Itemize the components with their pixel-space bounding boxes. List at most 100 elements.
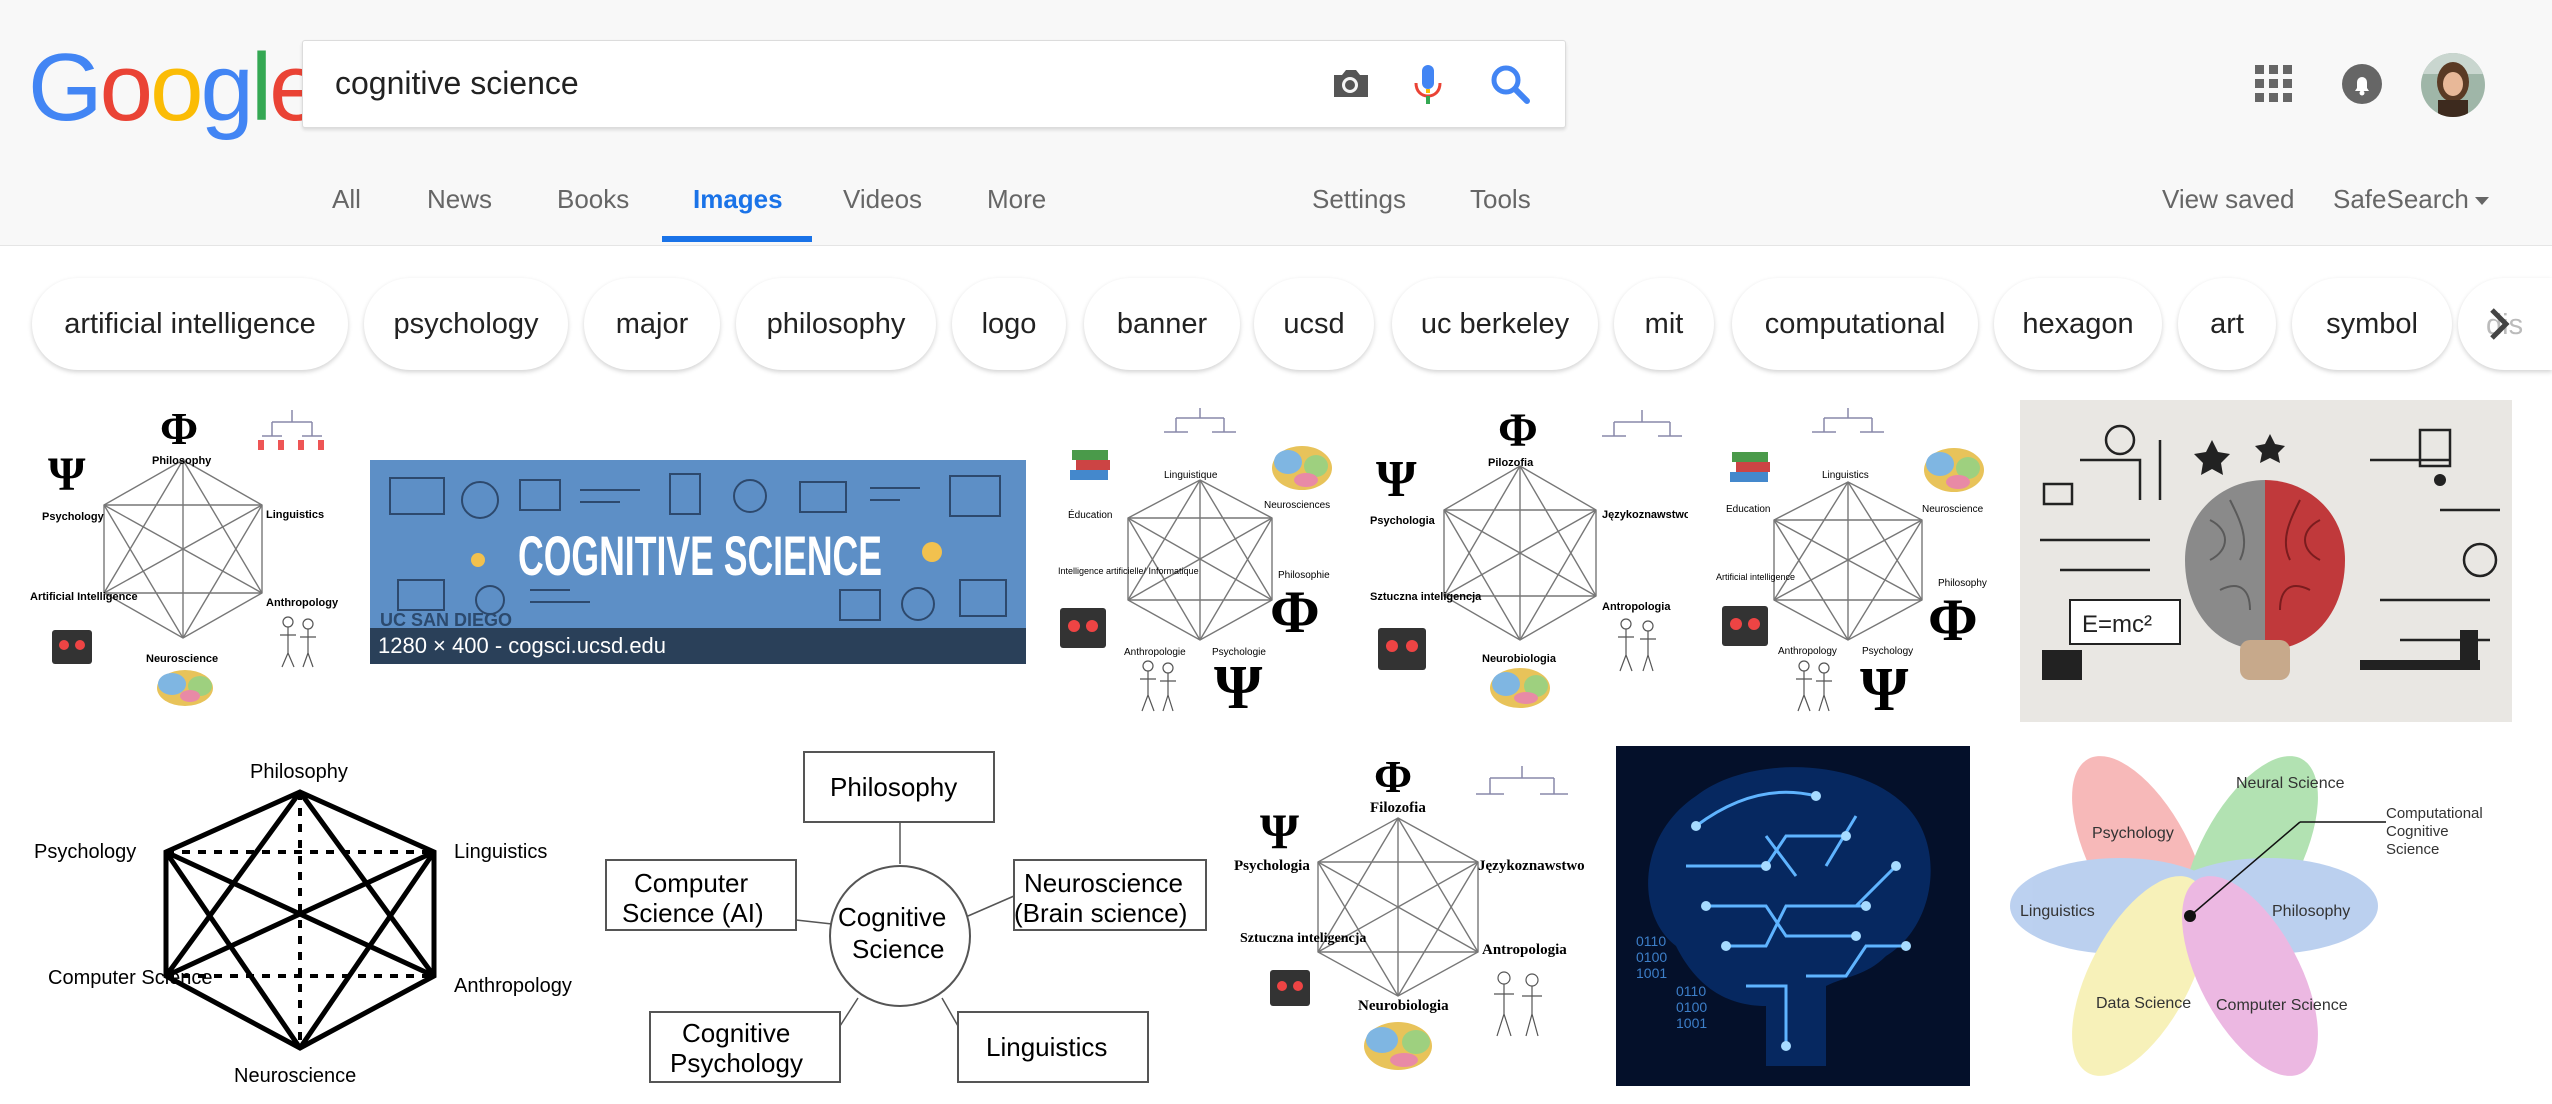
petal-label: Linguistics xyxy=(2020,903,2095,920)
node-label: Neuroscience xyxy=(234,1065,356,1087)
banner-title: COGNITIVE SCIENCE xyxy=(518,524,882,587)
chip[interactable]: dis xyxy=(2458,278,2552,370)
tools-link[interactable]: Tools xyxy=(1470,180,1531,242)
phi-symbol: Φ xyxy=(1374,751,1412,802)
tab-more[interactable]: More xyxy=(987,180,1046,242)
related-searches: artificial intelligence psychology major… xyxy=(0,272,2552,378)
avatar[interactable] xyxy=(2420,52,2486,123)
binary-text: 0100 xyxy=(1636,949,1667,965)
chip[interactable]: artificial intelligence xyxy=(32,278,348,370)
apps-grid-icon[interactable] xyxy=(2252,62,2294,109)
box-label: Science (AI) xyxy=(622,898,764,928)
node-label: Anthropology xyxy=(454,975,572,997)
notifications-icon[interactable] xyxy=(2340,62,2384,111)
search-box[interactable]: cognitive science xyxy=(302,40,1566,128)
tab-images[interactable]: Images xyxy=(693,180,783,242)
node-label: Éducation xyxy=(1068,508,1112,521)
image-result[interactable]: Philosophy Linguistics Anthropology Neur… xyxy=(30,746,592,1088)
logo-letter: g xyxy=(200,34,253,141)
brain-icon xyxy=(1924,448,1984,492)
tab-videos[interactable]: Videos xyxy=(843,180,922,242)
image-size-caption: 1280 × 400 - cogsci.ucsd.edu xyxy=(370,628,1026,664)
robot-icon xyxy=(52,630,92,664)
node-label: Sztuczna inteligencja xyxy=(1240,931,1366,946)
tab-news[interactable]: News xyxy=(427,180,492,242)
chip[interactable]: mit xyxy=(1614,278,1714,370)
brain-icon xyxy=(1364,1022,1432,1070)
settings-link[interactable]: Settings xyxy=(1312,180,1406,242)
psi-symbol: Ψ xyxy=(1214,654,1263,722)
petal-label: Philosophy xyxy=(2272,903,2350,920)
image-result[interactable]: Philosophy Computer Science (AI) Neurosc… xyxy=(600,746,1210,1088)
box-label: Cognitive xyxy=(682,1018,790,1048)
search-input[interactable]: cognitive science xyxy=(335,65,579,102)
logo-letter: l xyxy=(250,34,272,141)
logo-letter: o xyxy=(150,34,203,141)
chip[interactable]: philosophy xyxy=(736,278,936,370)
chip[interactable]: computational xyxy=(1732,278,1978,370)
humans-icon xyxy=(1618,618,1656,672)
chip[interactable]: art xyxy=(2178,278,2276,370)
chip[interactable]: logo xyxy=(952,278,1066,370)
box-label: Linguistics xyxy=(986,1032,1107,1062)
binary-text: 0110 xyxy=(1676,983,1706,999)
callout-label: Computational xyxy=(2386,805,2483,822)
psi-symbol: Ψ xyxy=(1376,451,1417,508)
header: Google cognitive science All News Books … xyxy=(0,0,2552,246)
image-result[interactable]: 0110 0100 1001 0110 0100 1001 xyxy=(1616,746,1970,1086)
microphone-icon[interactable] xyxy=(1403,59,1453,109)
image-result[interactable]: Linguistique Neurosciences Philosophie A… xyxy=(1052,400,1348,722)
node-label: Computer Science xyxy=(48,967,213,989)
node-label: Filozofia xyxy=(1370,800,1426,816)
image-result[interactable]: COGNITIVE SCIENCE UC SAN DIEGO 1280 × 40… xyxy=(370,460,1026,664)
image-result[interactable]: Psychology Neural Science Linguistics Ph… xyxy=(2000,746,2512,1086)
node-label: Artificial intelligence xyxy=(1716,572,1795,582)
binary-text: 1001 xyxy=(1636,965,1667,981)
node-label: Psychologia xyxy=(1234,858,1310,874)
image-result[interactable]: Φ Ψ Pilozofia Językoznawstwo Antropologi… xyxy=(1370,400,1688,718)
books-icon xyxy=(1730,452,1770,482)
node-label: Psychology xyxy=(34,841,136,863)
banner-subtitle: UC SAN DIEGO xyxy=(380,610,512,630)
box-label: Neuroscience xyxy=(1024,868,1183,898)
node-label: Philosophy xyxy=(250,761,348,783)
chip[interactable]: hexagon xyxy=(1994,278,2162,370)
node-label: Neuroscience xyxy=(1922,504,1984,515)
image-result[interactable]: Linguistics Neuroscience Philosophy Anth… xyxy=(1712,400,2030,722)
safesearch-menu[interactable]: SafeSearch xyxy=(2333,180,2489,242)
chevron-right-icon[interactable] xyxy=(2478,302,2522,351)
camera-icon[interactable] xyxy=(1325,59,1375,109)
chip[interactable]: uc berkeley xyxy=(1392,278,1598,370)
node-label: Psychology xyxy=(42,511,105,523)
box-label: Psychology xyxy=(670,1048,803,1078)
image-result[interactable]: Φ Ψ Filozofia Językoznawstwo Antropologi… xyxy=(1228,746,1592,1088)
node-label: Linguistique xyxy=(1164,470,1218,481)
callout-label: Cognitive xyxy=(2386,823,2449,840)
petal-label: Data Science xyxy=(2096,995,2191,1012)
chip[interactable]: ucsd xyxy=(1254,278,1374,370)
node-label: Językoznawstwo xyxy=(1602,509,1688,521)
node-label: Linguistics xyxy=(266,509,324,521)
image-result[interactable]: Φ Ψ Philosophy Linguistics Anthropology … xyxy=(30,400,348,718)
chip[interactable]: banner xyxy=(1084,278,1240,370)
chip[interactable]: psychology xyxy=(364,278,568,370)
tab-books[interactable]: Books xyxy=(557,180,629,242)
view-saved-link[interactable]: View saved xyxy=(2162,180,2295,242)
chip[interactable]: symbol xyxy=(2292,278,2452,370)
image-result[interactable]: E=mc² xyxy=(2020,400,2512,722)
psi-symbol: Ψ xyxy=(48,448,86,501)
chip[interactable]: major xyxy=(584,278,720,370)
node-label: Neurosciences xyxy=(1264,500,1330,511)
callout-label: Science xyxy=(2386,841,2439,858)
search-icon[interactable] xyxy=(1485,59,1535,109)
node-label: Anthropologie xyxy=(1124,647,1186,658)
brain-icon xyxy=(1272,446,1332,490)
node-label: Neurobiologia xyxy=(1358,998,1449,1014)
brain-icon xyxy=(157,670,213,706)
node-label: Psychologia xyxy=(1370,515,1436,527)
google-logo[interactable]: Google xyxy=(28,34,323,141)
tab-all[interactable]: All xyxy=(332,180,361,242)
robot-icon xyxy=(1060,608,1106,648)
logo-letter: o xyxy=(99,34,153,141)
robot-icon xyxy=(1722,606,1768,646)
